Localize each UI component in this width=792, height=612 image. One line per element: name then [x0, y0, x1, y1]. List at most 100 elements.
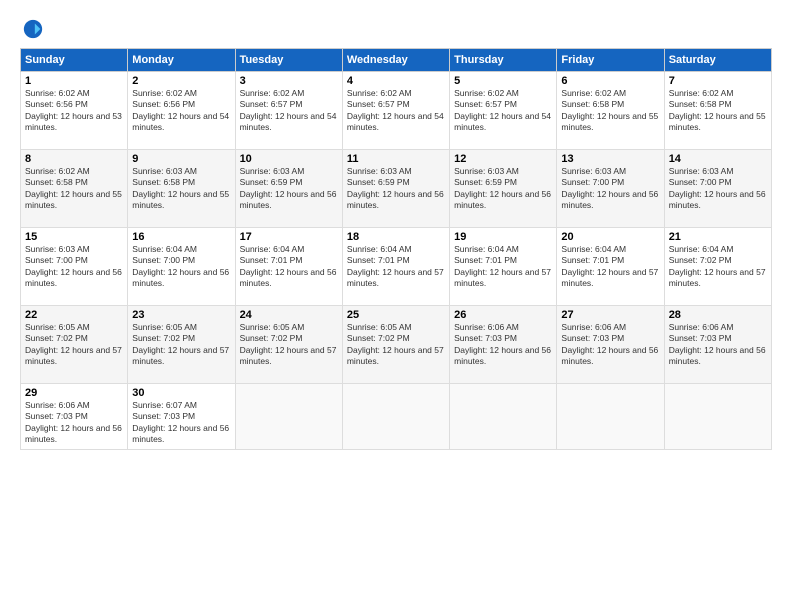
day-info: Sunrise: 6:05 AMSunset: 7:02 PMDaylight:… [240, 322, 337, 366]
calendar-week-5: 29 Sunrise: 6:06 AMSunset: 7:03 PMDaylig… [21, 384, 772, 450]
day-number: 23 [132, 309, 230, 321]
day-number: 1 [25, 75, 123, 87]
day-number: 29 [25, 387, 123, 399]
calendar-cell: 17 Sunrise: 6:04 AMSunset: 7:01 PMDaylig… [235, 228, 342, 306]
day-info: Sunrise: 6:06 AMSunset: 7:03 PMDaylight:… [561, 322, 658, 366]
day-number: 3 [240, 75, 338, 87]
calendar-cell [235, 384, 342, 450]
weekday-sunday: Sunday [21, 49, 128, 72]
day-info: Sunrise: 6:03 AMSunset: 6:59 PMDaylight:… [240, 166, 337, 210]
calendar-cell: 24 Sunrise: 6:05 AMSunset: 7:02 PMDaylig… [235, 306, 342, 384]
day-info: Sunrise: 6:05 AMSunset: 7:02 PMDaylight:… [347, 322, 444, 366]
day-number: 6 [561, 75, 659, 87]
day-number: 13 [561, 153, 659, 165]
day-number: 14 [669, 153, 767, 165]
day-number: 15 [25, 231, 123, 243]
day-number: 27 [561, 309, 659, 321]
day-info: Sunrise: 6:03 AMSunset: 7:00 PMDaylight:… [561, 166, 658, 210]
day-info: Sunrise: 6:02 AMSunset: 6:58 PMDaylight:… [561, 88, 658, 132]
day-info: Sunrise: 6:02 AMSunset: 6:58 PMDaylight:… [669, 88, 766, 132]
weekday-saturday: Saturday [664, 49, 771, 72]
day-info: Sunrise: 6:06 AMSunset: 7:03 PMDaylight:… [669, 322, 766, 366]
day-info: Sunrise: 6:02 AMSunset: 6:57 PMDaylight:… [240, 88, 337, 132]
logo-icon [22, 18, 44, 40]
calendar-cell: 7 Sunrise: 6:02 AMSunset: 6:58 PMDayligh… [664, 72, 771, 150]
day-number: 24 [240, 309, 338, 321]
day-number: 16 [132, 231, 230, 243]
day-number: 19 [454, 231, 552, 243]
calendar-cell: 13 Sunrise: 6:03 AMSunset: 7:00 PMDaylig… [557, 150, 664, 228]
day-info: Sunrise: 6:02 AMSunset: 6:58 PMDaylight:… [25, 166, 122, 210]
day-info: Sunrise: 6:04 AMSunset: 7:00 PMDaylight:… [132, 244, 229, 288]
day-info: Sunrise: 6:04 AMSunset: 7:01 PMDaylight:… [240, 244, 337, 288]
header [20, 18, 772, 40]
day-number: 28 [669, 309, 767, 321]
day-info: Sunrise: 6:02 AMSunset: 6:57 PMDaylight:… [454, 88, 551, 132]
calendar-cell: 19 Sunrise: 6:04 AMSunset: 7:01 PMDaylig… [450, 228, 557, 306]
day-number: 4 [347, 75, 445, 87]
day-info: Sunrise: 6:05 AMSunset: 7:02 PMDaylight:… [25, 322, 122, 366]
calendar-cell: 27 Sunrise: 6:06 AMSunset: 7:03 PMDaylig… [557, 306, 664, 384]
calendar-cell: 2 Sunrise: 6:02 AMSunset: 6:56 PMDayligh… [128, 72, 235, 150]
day-info: Sunrise: 6:02 AMSunset: 6:57 PMDaylight:… [347, 88, 444, 132]
calendar-cell: 14 Sunrise: 6:03 AMSunset: 7:00 PMDaylig… [664, 150, 771, 228]
day-number: 10 [240, 153, 338, 165]
calendar-cell [450, 384, 557, 450]
page: SundayMondayTuesdayWednesdayThursdayFrid… [0, 0, 792, 612]
calendar-cell: 6 Sunrise: 6:02 AMSunset: 6:58 PMDayligh… [557, 72, 664, 150]
weekday-monday: Monday [128, 49, 235, 72]
calendar-cell [664, 384, 771, 450]
day-number: 22 [25, 309, 123, 321]
day-info: Sunrise: 6:06 AMSunset: 7:03 PMDaylight:… [25, 400, 122, 444]
day-number: 8 [25, 153, 123, 165]
day-info: Sunrise: 6:04 AMSunset: 7:01 PMDaylight:… [347, 244, 444, 288]
calendar-cell: 15 Sunrise: 6:03 AMSunset: 7:00 PMDaylig… [21, 228, 128, 306]
calendar-cell: 20 Sunrise: 6:04 AMSunset: 7:01 PMDaylig… [557, 228, 664, 306]
day-number: 9 [132, 153, 230, 165]
calendar-week-2: 8 Sunrise: 6:02 AMSunset: 6:58 PMDayligh… [21, 150, 772, 228]
calendar-cell: 29 Sunrise: 6:06 AMSunset: 7:03 PMDaylig… [21, 384, 128, 450]
calendar-cell: 22 Sunrise: 6:05 AMSunset: 7:02 PMDaylig… [21, 306, 128, 384]
day-number: 7 [669, 75, 767, 87]
day-number: 30 [132, 387, 230, 399]
day-info: Sunrise: 6:04 AMSunset: 7:02 PMDaylight:… [669, 244, 766, 288]
day-number: 2 [132, 75, 230, 87]
calendar-cell: 18 Sunrise: 6:04 AMSunset: 7:01 PMDaylig… [342, 228, 449, 306]
day-number: 12 [454, 153, 552, 165]
calendar-cell: 12 Sunrise: 6:03 AMSunset: 6:59 PMDaylig… [450, 150, 557, 228]
day-number: 25 [347, 309, 445, 321]
calendar-cell: 30 Sunrise: 6:07 AMSunset: 7:03 PMDaylig… [128, 384, 235, 450]
day-number: 17 [240, 231, 338, 243]
calendar-cell: 11 Sunrise: 6:03 AMSunset: 6:59 PMDaylig… [342, 150, 449, 228]
day-info: Sunrise: 6:04 AMSunset: 7:01 PMDaylight:… [561, 244, 658, 288]
calendar-cell: 25 Sunrise: 6:05 AMSunset: 7:02 PMDaylig… [342, 306, 449, 384]
day-info: Sunrise: 6:03 AMSunset: 6:59 PMDaylight:… [347, 166, 444, 210]
calendar-cell: 3 Sunrise: 6:02 AMSunset: 6:57 PMDayligh… [235, 72, 342, 150]
calendar-cell: 9 Sunrise: 6:03 AMSunset: 6:58 PMDayligh… [128, 150, 235, 228]
calendar-table: SundayMondayTuesdayWednesdayThursdayFrid… [20, 48, 772, 450]
calendar-cell: 21 Sunrise: 6:04 AMSunset: 7:02 PMDaylig… [664, 228, 771, 306]
calendar-week-1: 1 Sunrise: 6:02 AMSunset: 6:56 PMDayligh… [21, 72, 772, 150]
weekday-thursday: Thursday [450, 49, 557, 72]
day-info: Sunrise: 6:05 AMSunset: 7:02 PMDaylight:… [132, 322, 229, 366]
day-info: Sunrise: 6:03 AMSunset: 6:58 PMDaylight:… [132, 166, 229, 210]
day-info: Sunrise: 6:07 AMSunset: 7:03 PMDaylight:… [132, 400, 229, 444]
day-number: 18 [347, 231, 445, 243]
weekday-wednesday: Wednesday [342, 49, 449, 72]
calendar-cell: 23 Sunrise: 6:05 AMSunset: 7:02 PMDaylig… [128, 306, 235, 384]
calendar-cell: 16 Sunrise: 6:04 AMSunset: 7:00 PMDaylig… [128, 228, 235, 306]
calendar-cell: 10 Sunrise: 6:03 AMSunset: 6:59 PMDaylig… [235, 150, 342, 228]
day-number: 20 [561, 231, 659, 243]
calendar-week-3: 15 Sunrise: 6:03 AMSunset: 7:00 PMDaylig… [21, 228, 772, 306]
calendar-cell: 26 Sunrise: 6:06 AMSunset: 7:03 PMDaylig… [450, 306, 557, 384]
day-info: Sunrise: 6:03 AMSunset: 6:59 PMDaylight:… [454, 166, 551, 210]
day-info: Sunrise: 6:02 AMSunset: 6:56 PMDaylight:… [132, 88, 229, 132]
weekday-header-row: SundayMondayTuesdayWednesdayThursdayFrid… [21, 49, 772, 72]
weekday-friday: Friday [557, 49, 664, 72]
day-info: Sunrise: 6:04 AMSunset: 7:01 PMDaylight:… [454, 244, 551, 288]
day-info: Sunrise: 6:06 AMSunset: 7:03 PMDaylight:… [454, 322, 551, 366]
calendar-cell: 8 Sunrise: 6:02 AMSunset: 6:58 PMDayligh… [21, 150, 128, 228]
day-info: Sunrise: 6:03 AMSunset: 7:00 PMDaylight:… [25, 244, 122, 288]
day-number: 21 [669, 231, 767, 243]
day-info: Sunrise: 6:02 AMSunset: 6:56 PMDaylight:… [25, 88, 122, 132]
